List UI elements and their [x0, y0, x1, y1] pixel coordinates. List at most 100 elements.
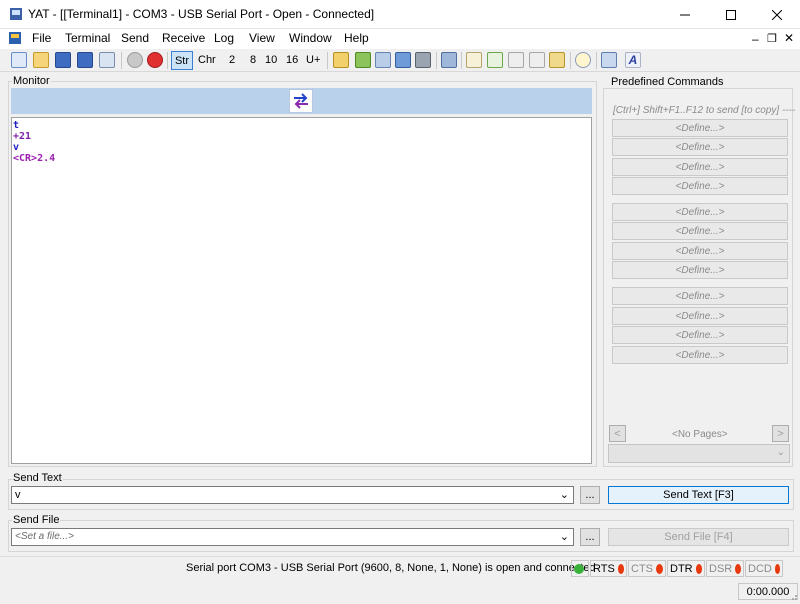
dtr-label: DTR	[670, 562, 693, 575]
page-selector[interactable]: ⌄	[608, 444, 790, 463]
cts-led-icon	[656, 563, 663, 574]
open-folder-icon[interactable]	[33, 52, 49, 68]
radix-dec-toggle[interactable]: 10	[265, 54, 277, 66]
terminal-system-menu-icon[interactable]	[9, 32, 21, 44]
predefined-command-5[interactable]: <Define...>	[612, 203, 788, 221]
predefined-command-10[interactable]: <Define...>	[612, 307, 788, 325]
terminal-window-icon[interactable]	[601, 52, 617, 68]
menu-help[interactable]: Help	[344, 31, 369, 45]
maximize-icon	[726, 9, 736, 20]
menu-file[interactable]: File	[32, 31, 51, 45]
log-on-icon[interactable]	[487, 52, 503, 68]
info-bubble-icon[interactable]	[575, 52, 591, 68]
dsr-signal: DSR	[706, 560, 744, 577]
define-command-icon[interactable]	[355, 52, 371, 68]
rts-led-icon	[617, 563, 624, 574]
predefined-command-1[interactable]: <Define...>	[612, 119, 788, 137]
predefined-command-6[interactable]: <Define...>	[612, 222, 788, 240]
terminal-settings-icon[interactable]	[99, 52, 115, 68]
close-button[interactable]	[754, 0, 800, 29]
close-connection-icon[interactable]	[147, 52, 163, 68]
copy-monitor-icon[interactable]	[395, 52, 411, 68]
dtr-led-icon	[695, 563, 702, 574]
save-all-icon[interactable]	[77, 52, 93, 68]
monitor-text-area[interactable]	[11, 117, 592, 464]
dtr-signal[interactable]: DTR	[667, 560, 705, 577]
predefined-command-12[interactable]: <Define...>	[612, 346, 788, 364]
yat-app-icon	[9, 7, 23, 21]
predefined-command-11[interactable]: <Define...>	[612, 326, 788, 344]
toolbar-separator	[436, 52, 437, 69]
send-file-input[interactable]: <Set a file...> ⌄	[11, 528, 574, 546]
send-text-browse-button[interactable]: ...	[580, 486, 600, 504]
mdi-minimize-button[interactable]: –	[752, 32, 759, 46]
find-icon[interactable]	[441, 52, 457, 68]
toolbar-separator	[121, 52, 122, 69]
log-clear-icon[interactable]	[529, 52, 545, 68]
predefined-command-4[interactable]: <Define...>	[612, 177, 788, 195]
print-icon[interactable]	[415, 52, 431, 68]
dcd-led-icon	[774, 563, 780, 574]
dsr-label: DSR	[709, 562, 733, 575]
radix-hex-toggle[interactable]: 16	[286, 54, 298, 66]
predefined-command-9[interactable]: <Define...>	[612, 287, 788, 305]
toolbar-separator	[596, 52, 597, 69]
send-text-input[interactable]: v ⌄	[11, 486, 574, 504]
monitor-line: t	[13, 120, 20, 131]
predefined-command-8[interactable]: <Define...>	[612, 261, 788, 279]
clear-monitor-icon[interactable]	[375, 52, 391, 68]
send-file-button[interactable]: Send File [F4]	[608, 528, 789, 546]
toolbar-separator	[327, 52, 328, 69]
log-off-icon[interactable]	[508, 52, 524, 68]
monitor-line: v	[13, 142, 20, 153]
send-text-button[interactable]: Send Text [F3]	[608, 486, 789, 504]
menu-send[interactable]: Send	[121, 31, 149, 45]
mdi-restore-button[interactable]: ❐	[767, 32, 777, 45]
predefined-command-2[interactable]: <Define...>	[612, 138, 788, 156]
resize-grip-icon[interactable]	[789, 592, 798, 601]
log-settings-icon[interactable]	[466, 52, 482, 68]
radix-bin-toggle[interactable]: 2	[229, 54, 235, 66]
next-page-button[interactable]: >	[772, 425, 789, 442]
chevron-down-icon: ⌄	[776, 447, 785, 458]
toolbar-separator	[167, 52, 168, 69]
chevron-down-icon[interactable]: ⌄	[560, 530, 569, 543]
previous-page-button[interactable]: <	[609, 425, 626, 442]
new-terminal-icon[interactable]	[11, 52, 27, 68]
menu-window[interactable]: Window	[289, 31, 332, 45]
radix-string-toggle[interactable]: Str	[171, 51, 193, 70]
radix-char-toggle[interactable]: Chr	[198, 54, 216, 66]
radix-unicode-toggle[interactable]: U+	[306, 54, 320, 66]
open-connection-icon[interactable]	[127, 52, 143, 68]
menu-view[interactable]: View	[249, 31, 275, 45]
rts-signal[interactable]: RTS	[590, 560, 627, 577]
dcd-signal: DCD	[745, 560, 783, 577]
send-text-label: Send Text	[12, 472, 63, 484]
connection-led-icon	[574, 563, 584, 574]
minimize-button[interactable]	[662, 0, 708, 29]
predefined-hint: [Ctrl+] Shift+F1..F12 to send [to copy] …	[613, 105, 796, 116]
send-file-browse-button[interactable]: ...	[580, 528, 600, 546]
predefined-command-7[interactable]: <Define...>	[612, 242, 788, 260]
mdi-close-button[interactable]: ✕	[784, 31, 794, 45]
maximize-button[interactable]	[708, 0, 754, 29]
menu-log[interactable]: Log	[214, 31, 234, 45]
radix-oct-toggle[interactable]: 8	[250, 54, 256, 66]
predefined-commands-icon[interactable]	[333, 52, 349, 68]
chevron-down-icon[interactable]: ⌄	[560, 488, 569, 501]
page-indicator: <No Pages>	[672, 429, 728, 440]
toolbar-separator	[570, 52, 571, 69]
cts-label: CTS	[631, 562, 653, 575]
save-icon[interactable]	[55, 52, 71, 68]
log-open-folder-icon[interactable]	[549, 52, 565, 68]
monitor-label: Monitor	[12, 75, 51, 87]
dsr-led-icon	[735, 563, 741, 574]
predefined-command-3[interactable]: <Define...>	[612, 158, 788, 176]
menu-terminal[interactable]: Terminal	[65, 31, 110, 45]
bidirectional-toggle-button[interactable]	[289, 89, 313, 113]
dcd-label: DCD	[748, 562, 772, 575]
menu-receive[interactable]: Receive	[162, 31, 205, 45]
font-icon[interactable]: A	[625, 52, 641, 68]
toolbar-separator	[461, 52, 462, 69]
predefined-label: Predefined Commands	[610, 76, 725, 88]
